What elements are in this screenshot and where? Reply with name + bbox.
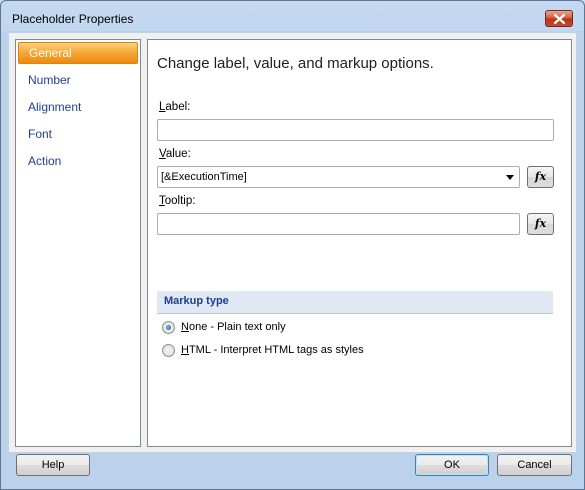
value-mnemonic: V [159,148,166,160]
panel-heading: Change label, value, and markup options. [157,55,434,72]
nav-item-general[interactable]: General [18,42,138,64]
close-button[interactable] [545,10,573,27]
radio-none-mnemonic: N [181,321,189,333]
radio-html[interactable] [162,344,175,357]
value-text: alue: [165,148,191,160]
label-text: abel: [165,101,191,113]
markup-type-section: Markup type [157,291,553,314]
radio-html-text: TML - Interpret HTML tags as styles [188,344,364,356]
radio-none-text: one - Plain text only [188,321,286,333]
dialog-body: General Number Alignment Font Action Cha… [9,33,576,452]
dialog-window: Placeholder Properties General Number Al… [0,0,585,490]
nav-item-action[interactable]: Action [18,150,138,172]
nav-item-alignment[interactable]: Alignment [18,96,138,118]
tooltip-field-label: Tooltip: [159,195,195,207]
close-icon [554,14,565,24]
value-field-label: Value: [159,148,191,160]
label-input[interactable] [157,119,554,141]
help-button[interactable]: Help [16,454,90,476]
radio-none[interactable] [162,321,175,334]
radio-none-label[interactable]: None - Plain text only [181,321,286,333]
title-bar[interactable]: Placeholder Properties [1,1,584,35]
cancel-button[interactable]: Cancel [497,454,572,476]
radio-html-mnemonic: H [181,344,189,356]
nav-item-number[interactable]: Number [18,69,138,91]
label-field-label: Label: [159,101,190,113]
general-panel: Change label, value, and markup options.… [147,39,572,447]
markup-type-title: Markup type [164,295,229,307]
value-combobox[interactable]: [&ExecutionTime] [157,166,520,188]
category-nav: General Number Alignment Font Action [15,39,141,447]
value-expression-button[interactable]: fx [527,166,554,188]
tooltip-text: ooltip: [164,195,196,207]
window-title: Placeholder Properties [12,12,134,26]
tooltip-input[interactable] [157,213,520,235]
ok-button[interactable]: OK [415,454,489,476]
radio-html-label[interactable]: HTML - Interpret HTML tags as styles [181,344,364,356]
dropdown-arrow-icon[interactable] [506,175,514,180]
tooltip-expression-button[interactable]: fx [527,213,554,235]
value-combobox-text: [&ExecutionTime] [161,171,247,183]
radio-selected-dot [166,325,171,330]
nav-item-font[interactable]: Font [18,123,138,145]
